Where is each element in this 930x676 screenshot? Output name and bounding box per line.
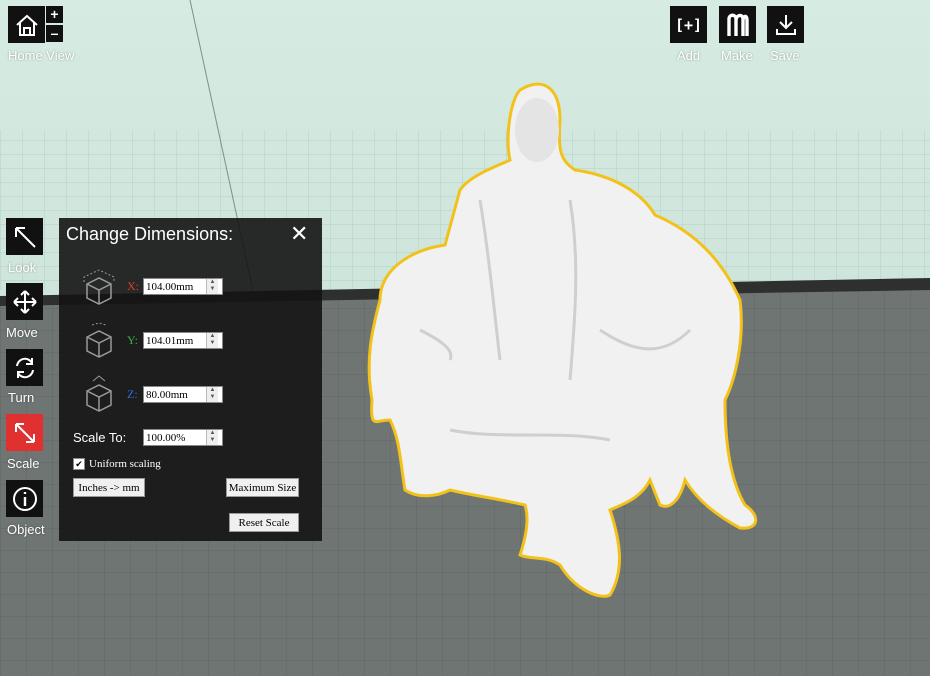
move-arrows-icon bbox=[12, 289, 37, 314]
cube-z-icon bbox=[86, 375, 112, 412]
look-arrow-icon bbox=[14, 226, 36, 248]
make-button[interactable] bbox=[719, 6, 756, 43]
chevron-up-icon[interactable]: ▲ bbox=[207, 430, 218, 437]
y-dimension-stepper[interactable]: ▲▼ bbox=[143, 332, 223, 349]
info-icon bbox=[12, 486, 37, 511]
x-axis-label: X: bbox=[127, 279, 139, 293]
look-button[interactable] bbox=[6, 218, 43, 255]
z-dimension-input[interactable] bbox=[144, 387, 206, 402]
turn-button[interactable] bbox=[6, 349, 43, 386]
chevron-up-icon[interactable]: ▲ bbox=[207, 387, 218, 394]
close-icon[interactable]: ✕ bbox=[290, 222, 308, 246]
home-icon bbox=[15, 14, 38, 36]
maximum-size-button[interactable]: Maximum Size bbox=[226, 478, 299, 497]
chevron-up-icon[interactable]: ▲ bbox=[207, 333, 218, 340]
rotate-icon bbox=[15, 357, 34, 378]
cube-y-icon bbox=[86, 322, 112, 358]
x-dimension-input[interactable] bbox=[144, 279, 206, 294]
scale-percent-input[interactable] bbox=[144, 430, 206, 445]
chevron-down-icon[interactable]: ▼ bbox=[207, 286, 218, 293]
zoom-out-button[interactable]: – bbox=[46, 25, 63, 42]
make-label: Make bbox=[721, 48, 753, 63]
z-axis-label: Z: bbox=[127, 387, 138, 401]
add-icon: [+] bbox=[674, 15, 703, 34]
object-label: Object bbox=[7, 522, 45, 537]
scale-label: Scale bbox=[7, 456, 40, 471]
save-label: Save bbox=[770, 48, 800, 63]
change-dimensions-panel: Change Dimensions: ✕ X: ▲▼ Y: ▲▼ Z: ▲▼ S… bbox=[59, 218, 322, 541]
scale-percent-stepper[interactable]: ▲▼ bbox=[143, 429, 223, 446]
save-button[interactable] bbox=[767, 6, 804, 43]
zoom-in-button[interactable]: + bbox=[46, 6, 63, 23]
y-dimension-input[interactable] bbox=[144, 333, 206, 348]
chevron-down-icon[interactable]: ▼ bbox=[207, 340, 218, 347]
add-button[interactable]: [+] bbox=[670, 6, 707, 43]
uniform-scaling-checkbox[interactable]: ✔ bbox=[73, 458, 85, 470]
look-label: Look bbox=[8, 260, 37, 275]
chevron-down-icon[interactable]: ▼ bbox=[207, 394, 218, 401]
home-view-label: Home View bbox=[8, 48, 75, 63]
panel-title: Change Dimensions: bbox=[66, 224, 234, 244]
move-label: Move bbox=[6, 325, 38, 340]
chevron-down-icon[interactable]: ▼ bbox=[207, 437, 218, 444]
reset-scale-button[interactable]: Reset Scale bbox=[229, 513, 299, 532]
chevron-up-icon[interactable]: ▲ bbox=[207, 279, 218, 286]
cube-x-icon bbox=[83, 269, 115, 305]
makerbot-m-icon bbox=[726, 13, 749, 36]
uniform-scaling-label: Uniform scaling bbox=[89, 458, 161, 470]
move-button[interactable] bbox=[6, 283, 43, 320]
home-view-button[interactable] bbox=[8, 6, 45, 43]
download-icon bbox=[775, 14, 796, 35]
inches-to-mm-button[interactable]: Inches -> mm bbox=[73, 478, 145, 497]
add-label: Add bbox=[677, 48, 701, 63]
scale-button[interactable] bbox=[6, 414, 43, 451]
x-dimension-stepper[interactable]: ▲▼ bbox=[143, 278, 223, 295]
z-dimension-stepper[interactable]: ▲▼ bbox=[143, 386, 223, 403]
uniform-scaling-row[interactable]: ✔ Uniform scaling bbox=[73, 458, 161, 470]
y-axis-label: Y: bbox=[127, 333, 138, 347]
scale-arrow-icon bbox=[14, 422, 35, 443]
turn-label: Turn bbox=[8, 390, 35, 405]
object-button[interactable] bbox=[6, 480, 43, 517]
scale-to-label: Scale To: bbox=[73, 430, 127, 445]
